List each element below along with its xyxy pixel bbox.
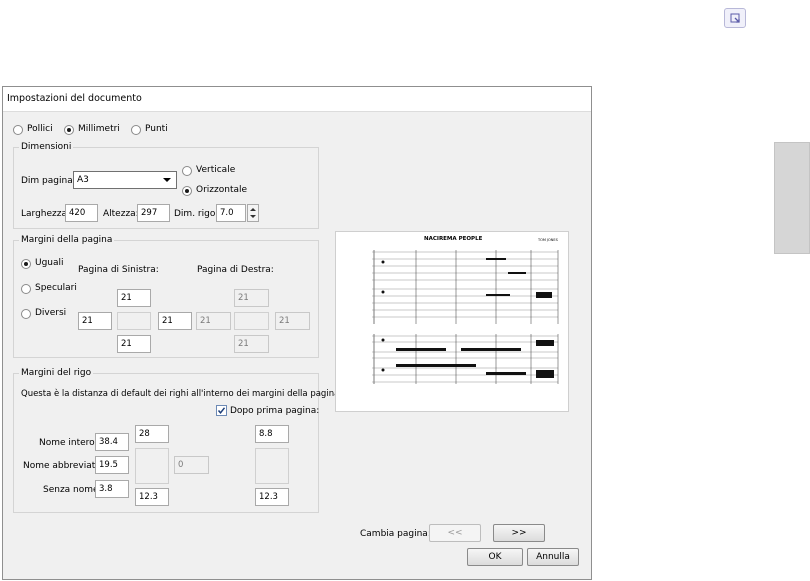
dopo-prima-pagina-checkbox[interactable] — [216, 405, 227, 416]
label-speculari: Speculari — [35, 283, 77, 293]
dim-pagina-label: Dim pagina: — [21, 176, 76, 186]
ok-button[interactable]: OK — [467, 548, 523, 566]
score-thumbnail — [372, 250, 559, 384]
nome-intero-input[interactable]: 38.4 — [95, 433, 129, 451]
sinistra-right-input[interactable]: 21 — [158, 312, 192, 330]
dopo-middle-box — [255, 448, 289, 484]
side-panel-tab[interactable] — [774, 142, 810, 254]
altezza-input[interactable]: 297 — [137, 204, 170, 222]
larghezza-label: Larghezza: — [21, 209, 71, 219]
destra-page-box — [234, 312, 269, 330]
radio-verticale[interactable] — [182, 166, 192, 176]
label-pollici: Pollici — [27, 124, 53, 134]
senza-nome-input[interactable]: 3.8 — [95, 480, 129, 498]
margini-rigo-description: Questa è la distanza di default dei righ… — [21, 389, 342, 399]
margini-rigo-legend: Margini del rigo — [19, 368, 94, 378]
sinistra-top-input[interactable]: 21 — [117, 289, 151, 307]
pagina-sinistra-label: Pagina di Sinistra: — [78, 265, 159, 275]
margini-pagina-legend: Margini della pagina — [19, 235, 115, 245]
larghezza-input[interactable]: 420 — [65, 204, 98, 222]
dim-pagina-value: A3 — [77, 175, 89, 185]
dialog-title: Impostazioni del documento — [7, 93, 142, 104]
senza-nome-label: Senza nome: — [43, 485, 102, 495]
radio-pollici[interactable] — [13, 125, 23, 135]
next-page-button[interactable]: >> — [493, 524, 545, 542]
radio-punti[interactable] — [131, 125, 141, 135]
prev-page-button[interactable]: << — [429, 524, 481, 542]
destra-left-input: 21 — [196, 312, 231, 330]
destra-top-input: 21 — [234, 289, 269, 307]
dopo-top-input[interactable]: 8.8 — [255, 425, 289, 443]
sinistra-page-box — [117, 312, 151, 330]
check-icon — [217, 407, 226, 414]
label-uguali: Uguali — [35, 258, 64, 268]
label-diversi: Diversi — [35, 308, 67, 318]
document-settings-dialog: Impostazioni del documento Pollici Milli… — [2, 86, 592, 580]
dim-rigo-input[interactable]: 7.0 — [216, 204, 246, 222]
dim-rigo-spinner[interactable] — [247, 204, 259, 222]
nome-intero-label: Nome intero: — [39, 438, 98, 448]
rigo-bottom-input[interactable]: 12.3 — [135, 488, 169, 506]
dimensioni-legend: Dimensioni — [19, 142, 74, 152]
radio-millimetri[interactable] — [64, 125, 74, 135]
label-punti: Punti — [145, 124, 168, 134]
destra-bottom-input: 21 — [234, 335, 269, 353]
label-millimetri: Millimetri — [78, 124, 120, 134]
radio-uguali[interactable] — [21, 259, 31, 269]
rigo-top-input[interactable]: 28 — [135, 425, 169, 443]
radio-orizzontale[interactable] — [182, 186, 192, 196]
radio-diversi[interactable] — [21, 309, 31, 319]
label-verticale: Verticale — [196, 165, 236, 175]
nome-abbreviato-label: Nome abbreviato: — [23, 461, 104, 471]
dim-pagina-select[interactable]: A3 — [73, 171, 177, 189]
cambia-pagina-label: Cambia pagina: — [360, 529, 431, 539]
pagina-destra-label: Pagina di Destra: — [197, 265, 274, 275]
annulla-button[interactable]: Annulla — [527, 548, 579, 566]
rigo-right-disabled-input: 0 — [174, 456, 209, 474]
arrow-up-icon — [250, 208, 256, 211]
altezza-label: Altezza: — [103, 209, 139, 219]
sinistra-left-input[interactable]: 21 — [78, 312, 112, 330]
radio-speculari[interactable] — [21, 284, 31, 294]
dim-rigo-label: Dim. rigo: — [174, 209, 219, 219]
nome-abbreviato-input[interactable]: 19.5 — [95, 456, 129, 474]
dopo-prima-pagina-label: Dopo prima pagina: — [230, 406, 320, 416]
chevron-down-icon — [163, 178, 171, 182]
destra-right-input: 21 — [275, 312, 310, 330]
dopo-bottom-input[interactable]: 12.3 — [255, 488, 289, 506]
sinistra-bottom-input[interactable]: 21 — [117, 335, 151, 353]
label-orizzontale: Orizzontale — [196, 185, 248, 195]
arrow-down-icon — [250, 215, 256, 218]
resize-icon[interactable] — [724, 8, 746, 28]
page-preview: NACIREMA PEOPLE TOM JONES — [335, 231, 569, 412]
dialog-titlebar: Impostazioni del documento — [3, 87, 591, 112]
rigo-middle-box — [135, 448, 169, 484]
